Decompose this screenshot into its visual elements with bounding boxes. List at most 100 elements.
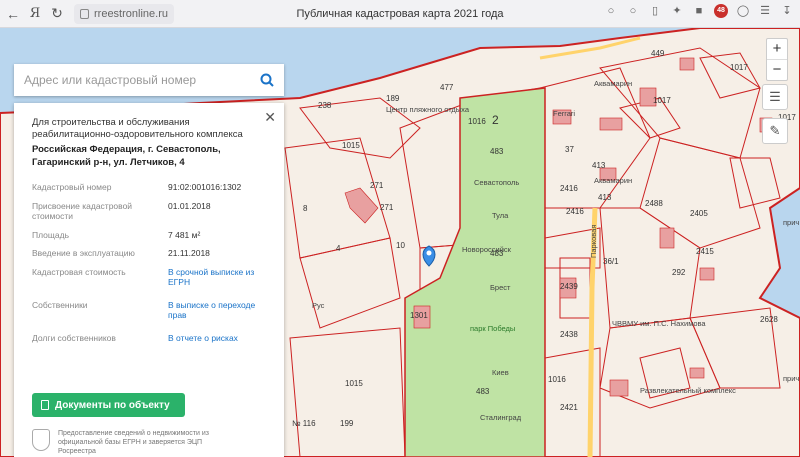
shield-icon[interactable]: ◯ <box>736 4 750 18</box>
parcel-label: 4 <box>336 244 341 253</box>
pin-icon[interactable]: ✦ <box>670 4 684 18</box>
detail-key: Долги собственников <box>32 332 116 343</box>
document-icon <box>41 400 49 410</box>
parcel-label: 483 <box>490 147 504 156</box>
key-icon[interactable]: ○ <box>626 4 640 18</box>
poi-label: Рус <box>312 301 325 310</box>
parcel-purpose: Для строительства и обслуживания реабили… <box>32 117 243 140</box>
info-panel: ✕ Для строительства и обслуживания реаби… <box>14 103 284 457</box>
detail-key: Кадастровая стоимость <box>32 266 126 277</box>
zoom-out-button[interactable]: − <box>767 60 787 80</box>
parcel-label: 271 <box>380 203 394 212</box>
poi-label: Сталинград <box>480 413 522 422</box>
parcel-label: 2416 <box>560 184 578 193</box>
parcel-label: 2416 <box>566 207 584 216</box>
browser-toolbar: ← Я ↻ rreestronline.ru Публичная кадастр… <box>0 0 800 28</box>
parcel-label: 1016 <box>468 117 486 126</box>
layers-button[interactable]: ☰ <box>762 84 788 110</box>
street-label: Парковая <box>589 225 598 258</box>
menu-icon[interactable]: ☰ <box>758 4 772 18</box>
parcel-address: Российская Федерация, г. Севастополь, Га… <box>32 144 221 168</box>
zoom-control: + − <box>766 38 788 81</box>
detail-key: Присвоение кадастровой стоимости <box>32 200 133 222</box>
owners-link[interactable]: В выписке о переходе прав <box>168 300 268 321</box>
documents-button-label: Документы по объекту <box>55 399 170 411</box>
url-text: rreestronline.ru <box>94 7 168 20</box>
detail-key: Собственники <box>32 299 88 310</box>
search-input[interactable] <box>24 73 260 87</box>
parcel-label: 2628 <box>760 315 778 324</box>
poi-label: Тула <box>492 211 509 220</box>
download-icon[interactable]: ↧ <box>780 4 794 18</box>
zoom-in-button[interactable]: + <box>767 39 787 59</box>
poi-label: Аквамарин <box>594 176 632 185</box>
lock-icon <box>80 8 89 19</box>
parcel-label: 1017 <box>730 63 748 72</box>
parcel-label: 238 <box>318 101 332 110</box>
parcel-label: 2405 <box>690 209 708 218</box>
cadastral-value-link[interactable]: В срочной выписке из ЕГРН <box>168 267 268 288</box>
poi-label: Новороссийск <box>462 245 512 254</box>
parcel-label: 2488 <box>645 199 663 208</box>
detail-value: 91:02:001016:1302 <box>168 182 242 192</box>
detail-row: Долги собственников В отчете о рисках <box>32 333 268 344</box>
back-icon[interactable]: ← <box>4 5 22 23</box>
parcel-label: 36/1 <box>603 257 619 266</box>
browser-tools: ○ ○ ▯ ✦ ■ 48 ◯ ☰ ↧ <box>604 4 794 18</box>
parcel-label: 1301 <box>410 311 428 320</box>
parcel-label: 271 <box>370 181 384 190</box>
headphones-icon[interactable]: ○ <box>604 4 618 18</box>
parcel-label: 37 <box>565 145 574 154</box>
extension-icon[interactable]: 48 <box>714 4 728 18</box>
parcel-label: 2421 <box>560 403 578 412</box>
seal-icon <box>32 429 50 451</box>
detail-row: Площадь 7 481 м² <box>32 230 268 241</box>
poi-label: Центр пляжного отдыха <box>386 105 470 114</box>
detail-value: 01.01.2018 <box>168 200 211 211</box>
pencil-icon: ✎ <box>769 123 781 138</box>
parcel-label: 449 <box>651 49 665 58</box>
poi-label: Брест <box>490 283 511 292</box>
layers-icon: ☰ <box>769 89 781 104</box>
poi-label: прич <box>783 374 799 383</box>
detail-row: Собственники В выписке о переходе прав <box>32 300 268 321</box>
poi-label: Киев <box>492 368 509 377</box>
reload-icon[interactable]: ↻ <box>48 5 66 23</box>
address-bar[interactable]: rreestronline.ru <box>74 3 174 24</box>
detail-value: 21.11.2018 <box>168 248 210 258</box>
detail-row: Кадастровый номер 91:02:001016:1302 <box>32 182 268 193</box>
ruler-button[interactable]: ✎ <box>762 118 788 144</box>
parcel-label: 2439 <box>560 282 578 291</box>
parcel-label: 413 <box>592 161 606 170</box>
detail-row: Введение в эксплуатацию 21.11.2018 <box>32 248 268 259</box>
detail-row: Кадастровая стоимость В срочной выписке … <box>32 267 268 288</box>
parcel-label: № 116 <box>292 419 316 428</box>
parcel-label: 8 <box>303 204 308 213</box>
detail-key: Кадастровый номер <box>32 182 112 192</box>
parcel-label: 1015 <box>342 141 360 150</box>
debts-link[interactable]: В отчете о рисках <box>168 333 268 344</box>
details-list: Кадастровый номер 91:02:001016:1302 Прис… <box>32 182 268 343</box>
parcel-label: 477 <box>440 83 454 92</box>
detail-key: Введение в эксплуатацию <box>32 248 135 258</box>
search-icon[interactable] <box>260 73 274 87</box>
yandex-logo[interactable]: Я <box>26 5 44 23</box>
parcel-label: 2 <box>492 113 499 127</box>
footer-text: Предоставление сведений о недвижимости и… <box>58 430 209 455</box>
bookmark-icon[interactable]: ■ <box>692 4 706 18</box>
parcel-label: 483 <box>476 387 490 396</box>
close-icon[interactable]: ✕ <box>264 109 276 126</box>
bookmark-icon[interactable]: ▯ <box>648 4 662 18</box>
poi-label: парк Победы <box>470 324 515 333</box>
parcel-label: 1017 <box>653 96 671 105</box>
parcel-label: 189 <box>386 94 400 103</box>
parcel-label: 292 <box>672 268 686 277</box>
poi-label: Развлекательный комплекс <box>640 386 736 395</box>
parcel-label: 199 <box>340 419 354 428</box>
poi-label: Севастополь <box>474 178 519 187</box>
detail-key: Площадь <box>32 229 70 240</box>
detail-row: Присвоение кадастровой стоимости 01.01.2… <box>32 201 268 222</box>
documents-button[interactable]: Документы по объекту <box>32 393 185 417</box>
search-box <box>14 64 284 96</box>
poi-label: Ferrari <box>553 109 575 118</box>
